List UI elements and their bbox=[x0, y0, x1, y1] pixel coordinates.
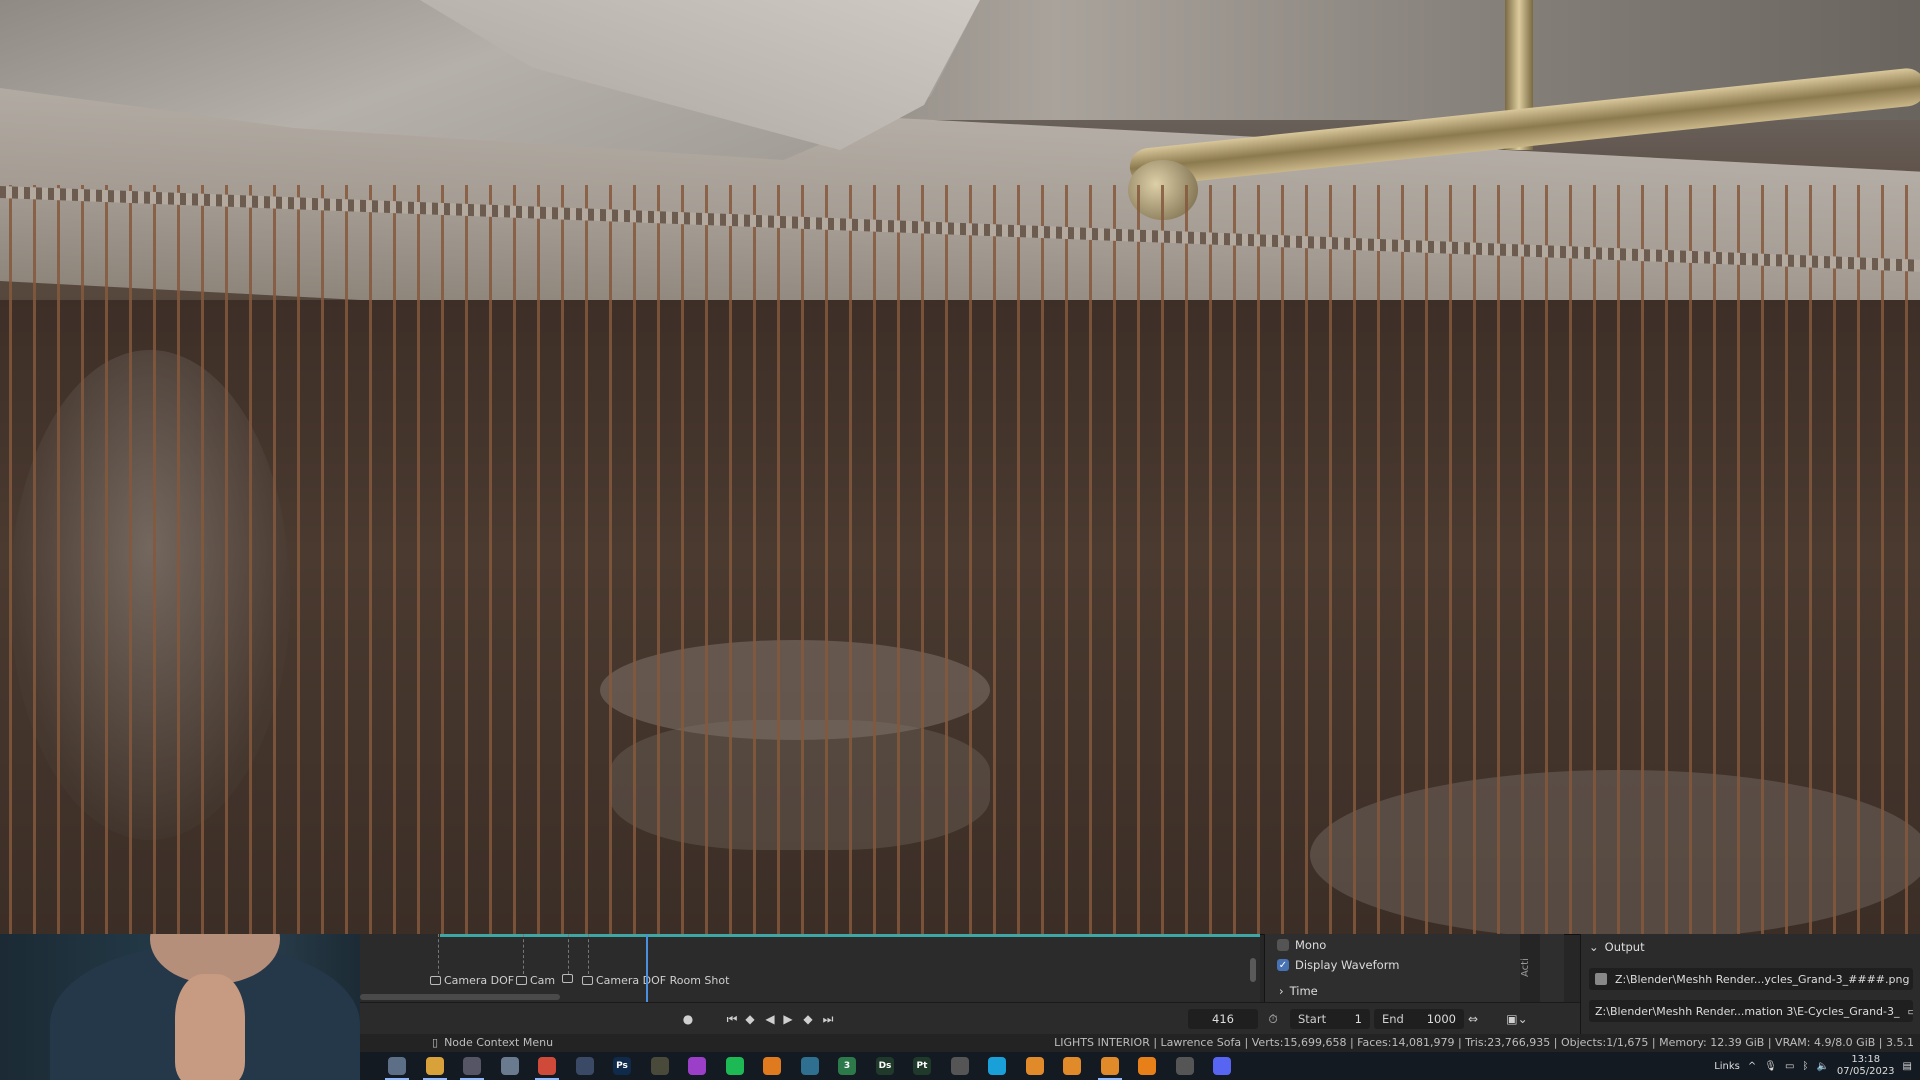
discord-icon[interactable] bbox=[1213, 1057, 1231, 1075]
output-panel-header[interactable]: ⌄ Output bbox=[1589, 940, 1645, 954]
blender-icon[interactable] bbox=[1026, 1057, 1044, 1075]
timeline-marker[interactable]: Camera DOF Room Shot bbox=[582, 974, 729, 987]
calculator-icon[interactable] bbox=[501, 1057, 519, 1075]
next-keyframe-button[interactable]: ◆ bbox=[800, 1010, 816, 1028]
folder-icon[interactable]: ▭ bbox=[1908, 1005, 1914, 1018]
sync-icon[interactable] bbox=[1176, 1057, 1194, 1075]
scene-stats: LIGHTS INTERIOR | Lawrence Sofa | Verts:… bbox=[1054, 1036, 1914, 1049]
app-icon[interactable] bbox=[651, 1057, 669, 1075]
context-menu-hint: ▯ Node Context Menu bbox=[432, 1036, 554, 1049]
mouse-icon: ▯ bbox=[432, 1036, 439, 1049]
frame-range-bar bbox=[440, 934, 1260, 937]
app-icon[interactable] bbox=[576, 1057, 594, 1075]
play-reverse-button[interactable]: ◀ bbox=[762, 1010, 778, 1028]
camera-marker-icon bbox=[516, 976, 527, 985]
camera-icon: ▣⌄ bbox=[1506, 1012, 1528, 1026]
play-icon: ▶ bbox=[783, 1012, 793, 1026]
preview-range-toggle[interactable]: ⏱ bbox=[1264, 1010, 1282, 1028]
webcam-overlay bbox=[0, 934, 360, 1080]
mono-checkbox-row[interactable]: Mono bbox=[1277, 938, 1326, 952]
frame-range-button[interactable]: ⇔ bbox=[1464, 1010, 1482, 1028]
app-icon[interactable] bbox=[688, 1057, 706, 1075]
output-path-field[interactable]: Z:\Blender\Meshh Render...ycles_Grand-3_… bbox=[1589, 968, 1913, 990]
prev-keyframe-icon: ◆ bbox=[745, 1012, 755, 1026]
vlc-icon[interactable] bbox=[1138, 1057, 1156, 1075]
tray-links[interactable]: Links bbox=[1714, 1061, 1740, 1072]
volume-icon[interactable]: 🔈 bbox=[1816, 1061, 1828, 1072]
app-icon[interactable] bbox=[763, 1057, 781, 1075]
jump-end-button[interactable]: ⏭ bbox=[820, 1010, 836, 1028]
chevron-down-icon: ⌄ bbox=[1589, 940, 1599, 954]
sidebar-tab[interactable]: Acti bbox=[1520, 934, 1540, 1002]
start-frame-field[interactable]: Start 1 bbox=[1290, 1009, 1370, 1029]
blender-icon[interactable] bbox=[1063, 1057, 1081, 1075]
record-button[interactable]: ● bbox=[680, 1010, 696, 1028]
file-format-icon bbox=[1595, 973, 1607, 985]
timeline-marker[interactable]: Camera DOF bbox=[430, 974, 514, 987]
painter-icon[interactable]: Pt bbox=[913, 1057, 931, 1075]
chevron-up-icon[interactable]: ^ bbox=[1748, 1061, 1756, 1072]
output-panel: ⌄ Output Z:\Blender\Meshh Render...ycles… bbox=[1580, 934, 1920, 1036]
system-tray: Links ^ 🎙 ▭ ᛒ 🔈 13:18 07/05/2023 ▤ bbox=[1714, 1052, 1920, 1080]
playhead[interactable] bbox=[646, 934, 648, 1002]
app-icon[interactable] bbox=[801, 1057, 819, 1075]
mono-checkbox[interactable] bbox=[1277, 939, 1289, 951]
camera-marker-icon bbox=[582, 976, 593, 985]
end-frame-field[interactable]: End 1000 bbox=[1374, 1009, 1464, 1029]
current-frame-field[interactable]: 416 bbox=[1188, 1009, 1258, 1029]
waveform-checkbox-row[interactable]: ✓ Display Waveform bbox=[1277, 958, 1399, 972]
view-menu-button[interactable]: ▣⌄ bbox=[1502, 1010, 1532, 1028]
marker-line bbox=[568, 934, 569, 974]
play-button[interactable]: ▶ bbox=[780, 1010, 796, 1028]
prev-keyframe-button[interactable]: ◆ bbox=[742, 1010, 758, 1028]
chrome-icon[interactable] bbox=[538, 1057, 556, 1075]
designer-icon[interactable]: Ds bbox=[876, 1057, 894, 1075]
system-clock[interactable]: 13:18 07/05/2023 bbox=[1837, 1054, 1895, 1078]
network-icon[interactable]: ▭ bbox=[1785, 1061, 1794, 1072]
display-waveform-checkbox[interactable]: ✓ bbox=[1277, 959, 1289, 971]
jump-end-icon: ⏭ bbox=[822, 1011, 834, 1026]
app-icon[interactable] bbox=[988, 1057, 1006, 1075]
sequencer-area[interactable]: Camera DOF Cam Camera DOF Room Shot bbox=[360, 934, 1260, 1002]
chevron-right-icon: › bbox=[1279, 984, 1284, 998]
jump-start-button[interactable]: ⏮ bbox=[724, 1010, 740, 1028]
microphone-icon[interactable]: 🎙 bbox=[1764, 1061, 1777, 1072]
range-icon: ⇔ bbox=[1467, 1012, 1479, 1026]
bluetooth-icon[interactable]: ᛒ bbox=[1802, 1061, 1808, 1072]
blender-icon[interactable] bbox=[1101, 1057, 1119, 1075]
camera-marker-icon bbox=[562, 974, 573, 983]
timeline-marker[interactable]: Cam bbox=[516, 974, 555, 987]
marker-line bbox=[438, 934, 439, 974]
record-icon: ● bbox=[682, 1012, 694, 1026]
render-viewport[interactable] bbox=[0, 0, 1920, 934]
marker-line bbox=[523, 934, 524, 974]
output-directory-field[interactable]: Z:\Blender\Meshh Render...mation 3\E-Cyc… bbox=[1589, 1000, 1913, 1022]
app-icon[interactable]: 3 bbox=[838, 1057, 856, 1075]
notification-icon[interactable]: ▤ bbox=[1903, 1061, 1912, 1072]
blender-icon[interactable] bbox=[388, 1057, 406, 1075]
webcam-person-hands bbox=[175, 974, 245, 1080]
app-icon[interactable] bbox=[951, 1057, 969, 1075]
vertical-scrollbar[interactable] bbox=[1250, 958, 1256, 982]
stopwatch-icon: ⏱ bbox=[1268, 1011, 1278, 1026]
photoshop-icon[interactable]: Ps bbox=[613, 1057, 631, 1075]
sound-properties-panel: Mono ✓ Display Waveform › Time bbox=[1264, 934, 1564, 1002]
jump-start-icon: ⏮ bbox=[726, 1011, 738, 1026]
horizontal-scrollbar[interactable] bbox=[360, 994, 560, 1000]
string-curtain bbox=[0, 185, 1920, 934]
camera-marker-icon bbox=[430, 976, 441, 985]
next-keyframe-icon: ◆ bbox=[803, 1012, 813, 1026]
play-reverse-icon: ◀ bbox=[765, 1012, 775, 1026]
file-explorer-icon[interactable] bbox=[426, 1057, 444, 1075]
spotify-icon[interactable] bbox=[726, 1057, 744, 1075]
time-panel-header[interactable]: › Time bbox=[1279, 984, 1318, 998]
clock-app-icon[interactable] bbox=[463, 1057, 481, 1075]
marker-line bbox=[588, 934, 589, 974]
timeline-marker[interactable] bbox=[562, 974, 576, 983]
